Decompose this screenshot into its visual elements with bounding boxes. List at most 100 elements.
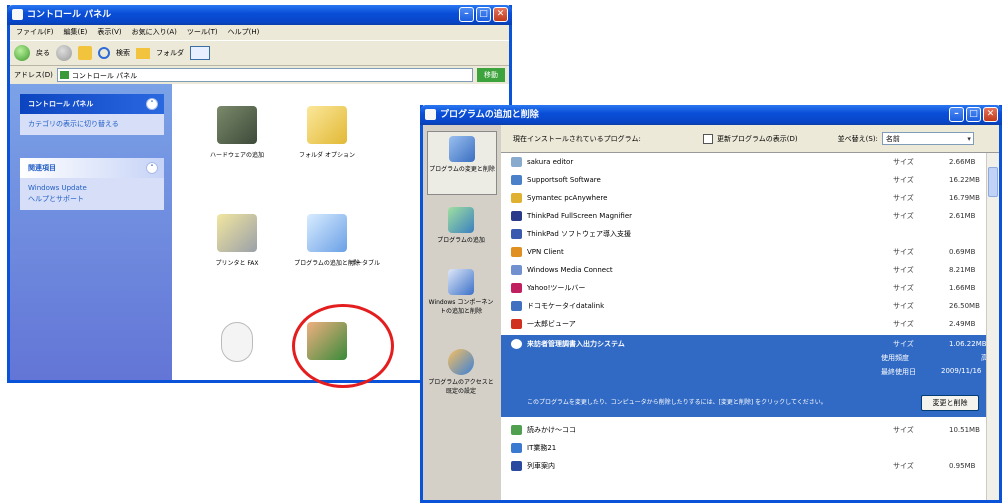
address-bar: アドレス(D) コントロール パネル 移動 — [10, 66, 509, 84]
printers-label: プリンタと FAX — [215, 260, 259, 267]
windows-components-icon — [448, 269, 474, 295]
portable-item[interactable]: ポータブル — [350, 214, 390, 267]
help-support-link[interactable]: ヘルプとサポート — [28, 194, 156, 205]
minimize-button[interactable]: – — [459, 7, 474, 22]
selected-size-value: 1.06.22MB — [949, 340, 987, 348]
up-folder-icon[interactable] — [78, 46, 92, 60]
search-icon[interactable] — [98, 47, 110, 59]
list-item[interactable]: Yahoo!ツールバー サイズ 1.66MB — [501, 279, 987, 297]
list-item[interactable]: 列車案内 サイズ 0.95MB — [501, 457, 987, 475]
program-access-defaults-button[interactable]: プログラムのアクセスと既定の設定 — [427, 345, 495, 415]
folder-options-icon — [307, 106, 347, 144]
list-item[interactable]: ThinkPad ソフトウェア導入支援 — [501, 225, 987, 243]
usage-label: 使用頻度 — [881, 354, 909, 362]
last-used-label: 最終使用日 — [881, 368, 916, 376]
program-icon — [511, 301, 522, 311]
minimize-button[interactable]: – — [949, 107, 964, 122]
windows-components-button[interactable]: Windows コンポーネントの追加と削除 — [427, 265, 495, 335]
scrollbar-thumb[interactable] — [988, 167, 998, 197]
list-item[interactable]: 読みかけ〜ココ サイズ 10.51MB — [501, 421, 987, 439]
related-section-header[interactable]: 関連項目 ˄ — [20, 158, 164, 178]
menu-file[interactable]: ファイル(F) — [16, 25, 54, 40]
menu-tools[interactable]: ツール(T) — [187, 25, 218, 40]
list-item[interactable]: ThinkPad FullScreen Magnifier サイズ 2.61MB — [501, 207, 987, 225]
back-arrow-icon[interactable] — [14, 45, 30, 61]
add-programs-icon — [448, 207, 474, 233]
list-item[interactable]: Symantec pcAnywhere サイズ 16.79MB — [501, 189, 987, 207]
chevron-up-icon[interactable]: ˄ — [146, 98, 158, 110]
close-button[interactable]: ✕ — [493, 7, 508, 22]
list-item[interactable]: sakura editor サイズ 2.66MB — [501, 153, 987, 171]
list-item[interactable]: Windows Media Connect サイズ 8.21MB — [501, 261, 987, 279]
address-value: コントロール パネル — [71, 72, 138, 80]
close-button[interactable]: ✕ — [983, 107, 998, 122]
back-label[interactable]: 戻る — [36, 48, 50, 58]
program-icon — [511, 193, 522, 203]
folders-label[interactable]: フォルダ — [156, 48, 184, 58]
windows-update-link[interactable]: Windows Update — [28, 183, 156, 194]
search-label[interactable]: 検索 — [116, 48, 130, 58]
program-name: 読みかけ〜ココ — [527, 426, 576, 434]
menu-favorites[interactable]: お気に入り(A) — [132, 25, 177, 40]
add-programs-label: プログラムの追加 — [437, 237, 485, 244]
hardware-icon — [217, 106, 257, 144]
list-item[interactable]: Supportsoft Software サイズ 16.22MB — [501, 171, 987, 189]
control-panel-section-header[interactable]: コントロール パネル ˄ — [20, 94, 164, 114]
change-remove-programs-button[interactable]: プログラムの変更と削除 — [427, 131, 497, 195]
maximize-button[interactable]: □ — [476, 7, 491, 22]
window-title: コントロール パネル — [27, 10, 112, 20]
size-value: 10.51MB — [949, 426, 980, 434]
window-title: プログラムの追加と削除 — [440, 110, 539, 120]
highlight-circle — [292, 304, 394, 388]
menu-view[interactable]: 表示(V) — [97, 25, 121, 40]
go-button[interactable]: 移動 — [477, 68, 505, 82]
program-icon — [511, 443, 522, 453]
folders-icon[interactable] — [136, 47, 150, 59]
mouse-icon — [221, 322, 253, 362]
show-updates-checkbox[interactable]: 更新プログラムの表示(D) — [703, 133, 798, 144]
size-value: 8.21MB — [949, 266, 976, 274]
list-item[interactable]: 一太郎ビューア サイズ 2.49MB — [501, 315, 987, 333]
printers-item[interactable]: プリンタと FAX — [192, 214, 282, 267]
show-updates-label: 更新プログラムの表示(D) — [717, 134, 798, 143]
add-remove-titlebar[interactable]: プログラムの追加と削除 – □ ✕ — [420, 105, 1002, 125]
sort-select[interactable]: 名前 — [881, 132, 974, 146]
add-programs-button[interactable]: プログラムの追加 — [427, 203, 495, 259]
related-title: 関連項目 — [28, 164, 56, 172]
vertical-scrollbar[interactable] — [986, 153, 999, 500]
forward-arrow-icon[interactable] — [56, 45, 72, 61]
program-icon — [511, 211, 522, 221]
list-item[interactable]: ドコモケータイdatalink サイズ 26.50MB — [501, 297, 987, 315]
chevron-up-icon[interactable]: ˄ — [146, 162, 158, 174]
change-remove-button[interactable]: 変更と削除 — [921, 395, 979, 411]
menu-help[interactable]: ヘルプ(H) — [228, 25, 260, 40]
sort-value: 名前 — [885, 135, 900, 143]
maximize-button[interactable]: □ — [966, 107, 981, 122]
related-body: Windows Update ヘルプとサポート — [20, 178, 164, 210]
printer-icon — [217, 214, 257, 252]
program-name: Supportsoft Software — [527, 176, 601, 184]
list-item[interactable]: IT業務21 — [501, 439, 987, 457]
folder-options-label: フォルダ オプション — [299, 152, 355, 159]
menu-edit[interactable]: 編集(E) — [64, 25, 88, 40]
mouse-item[interactable] — [192, 322, 282, 368]
view-mode-icon[interactable] — [190, 46, 210, 60]
folder-options-item[interactable]: フォルダ オプション — [282, 106, 372, 159]
menu-bar: ファイル(F) 編集(E) 表示(V) お気に入り(A) ツール(T) ヘルプ(… — [10, 25, 509, 40]
change-remove-icon — [449, 136, 475, 162]
selected-program-row[interactable]: 来訪者管理調書入出力システム サイズ 1.06.22MB 使用頻度 高 最終使用… — [501, 335, 988, 417]
address-label: アドレス(D) — [14, 71, 53, 79]
program-icon — [511, 283, 522, 293]
control-panel-section: コントロール パネル ˄ カテゴリの表示に切り替える — [20, 94, 164, 135]
size-value: 2.61MB — [949, 212, 976, 220]
control-panel-titlebar[interactable]: コントロール パネル – □ ✕ — [7, 5, 512, 25]
list-item[interactable]: VPN Client サイズ 0.69MB — [501, 243, 987, 261]
program-name: sakura editor — [527, 158, 574, 166]
selected-size-label: サイズ — [893, 340, 914, 348]
hardware-item[interactable]: ハードウェアの追加 — [192, 106, 282, 159]
address-input[interactable]: コントロール パネル — [56, 68, 473, 82]
switch-category-view-link[interactable]: カテゴリの表示に切り替える — [28, 120, 119, 128]
selected-program-name: 来訪者管理調書入出力システム — [527, 340, 625, 348]
size-value: 0.69MB — [949, 248, 976, 256]
sort-label: 並べ替え(S): — [837, 134, 878, 143]
